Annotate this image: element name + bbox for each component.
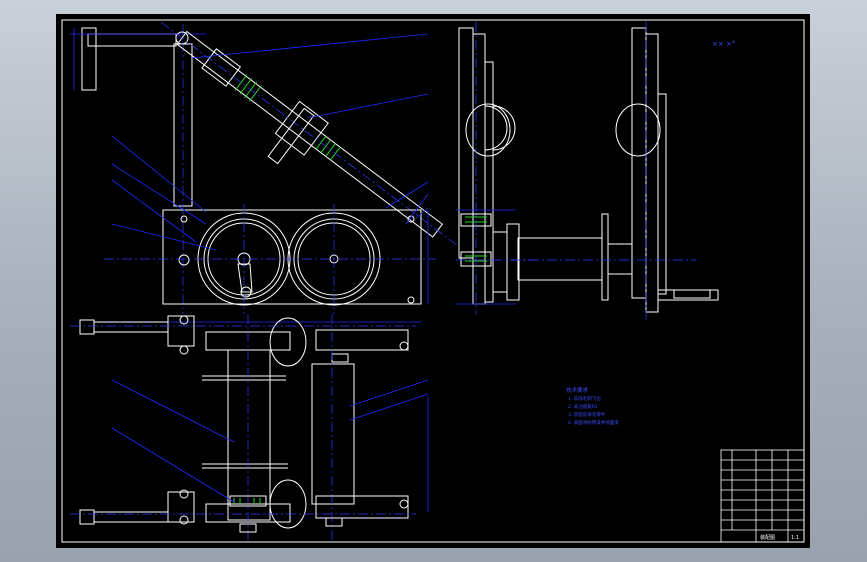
side-view bbox=[456, 22, 536, 314]
technical-notes: 技术要求 1. 去除毛刺飞边 2. 未注圆角R1 3. 装配前清洗零件 4. 表… bbox=[566, 386, 619, 426]
cad-drawing-canvas: ×× ×° 技术要求 1. 去除毛刺飞边 2. 未注圆角R1 3. 装配前清洗零… bbox=[61, 19, 805, 543]
base-plate bbox=[162, 209, 422, 305]
right-shaft bbox=[311, 363, 355, 505]
front-view bbox=[70, 22, 457, 323]
handle-arm bbox=[87, 33, 177, 47]
drawing-name: 装配图 bbox=[760, 534, 775, 541]
axle-assembly: ×× ×° bbox=[511, 22, 735, 320]
tech-note-1: 1. 去除毛刺飞边 bbox=[568, 395, 601, 402]
tech-note-2: 2. 未注圆角R1 bbox=[568, 403, 598, 410]
tech-notes-title: 技术要求 bbox=[566, 386, 589, 394]
top-view bbox=[70, 314, 429, 542]
tech-note-4: 4. 表面涂防锈漆并喷面漆 bbox=[568, 419, 619, 426]
drawing-sheet: ×× ×° 技术要求 1. 去除毛刺飞边 2. 未注圆角R1 3. 装配前清洗零… bbox=[56, 14, 810, 548]
sheet-border bbox=[61, 19, 805, 543]
tech-note-3: 3. 装配前清洗零件 bbox=[568, 411, 606, 418]
drawing-scale: 1:1 bbox=[791, 535, 799, 541]
sheet-label: ×× ×° bbox=[712, 40, 735, 48]
handle-post bbox=[81, 27, 97, 91]
title-block: 装配图 1:1 bbox=[720, 449, 805, 543]
